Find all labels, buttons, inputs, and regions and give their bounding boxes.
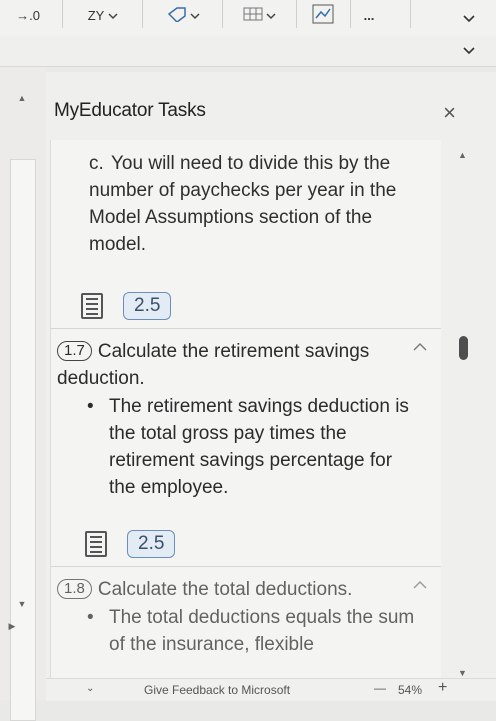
- book-icon[interactable]: [81, 293, 103, 319]
- zoom-level: 54%: [398, 683, 423, 697]
- scrollbar-thumb[interactable]: [459, 336, 468, 360]
- pane-title: MyEducator Tasks: [54, 100, 206, 121]
- chevron-down-icon: [463, 42, 475, 60]
- formula-expand-button[interactable]: [460, 42, 478, 60]
- formula-bar: [0, 36, 496, 67]
- chevron-down-icon: [463, 10, 475, 28]
- scroll-up-arrow-icon[interactable]: ▲: [458, 150, 467, 160]
- ribbon-separator: [350, 0, 351, 28]
- list-item: • The retirement savings deduction is th…: [57, 393, 417, 501]
- find-select-button[interactable]: [158, 0, 208, 30]
- collapse-icon[interactable]: [413, 576, 427, 593]
- chevron-down-icon[interactable]: ⌄: [86, 683, 94, 694]
- ribbon-separator: [296, 0, 297, 28]
- ribbon-separator: [142, 0, 143, 28]
- grid-icon: [243, 7, 263, 24]
- list-item: • The total deductions equals the sum of…: [57, 604, 417, 658]
- book-icon[interactable]: [85, 531, 107, 557]
- ribbon-separator: [410, 0, 411, 28]
- add-ins-button[interactable]: [234, 0, 284, 30]
- scroll-up-arrow-icon[interactable]: ▲: [10, 91, 34, 105]
- task-title: Calculate the total deductions.: [97, 579, 353, 600]
- tag-icon: [167, 6, 187, 25]
- collapse-icon[interactable]: [413, 338, 427, 355]
- reference-badge[interactable]: 2.5: [127, 530, 176, 558]
- reference-row: 2.5: [81, 292, 172, 320]
- ribbon-separator: [62, 0, 63, 28]
- sheet-scrollbar[interactable]: [10, 159, 36, 721]
- analyze-icon: [312, 4, 334, 27]
- ribbon-separator: [222, 0, 223, 28]
- task-number: 1.7: [57, 341, 92, 361]
- close-icon[interactable]: ×: [443, 100, 456, 126]
- reference-row: 2.5: [85, 530, 176, 558]
- decrease-decimal-button[interactable]: →.0: [6, 0, 50, 30]
- task-content: c. You will need to divide this by the nu…: [50, 140, 441, 700]
- task-title: Calculate the retirement savings deducti…: [57, 341, 370, 389]
- sheet-area: ▲ ▼ ▶: [0, 67, 46, 721]
- divider: [51, 328, 441, 329]
- task-pane: MyEducator Tasks × c. You will need to di…: [46, 72, 496, 700]
- status-bar: ⌄ Give Feedback to Microsoft — 54% +: [46, 678, 496, 701]
- reference-badge[interactable]: 2.5: [123, 292, 172, 320]
- scroll-down-arrow-icon[interactable]: ▼: [458, 668, 467, 678]
- more-options-button[interactable]: ...: [354, 0, 384, 30]
- analyze-data-button[interactable]: [306, 0, 340, 30]
- scroll-right-arrow-icon[interactable]: ▶: [0, 619, 24, 633]
- bullet-icon: •: [87, 396, 94, 417]
- chevron-down-icon: [265, 8, 276, 23]
- zoom-in-button[interactable]: +: [438, 679, 447, 697]
- sort-filter-button[interactable]: ZY: [76, 0, 130, 30]
- pane-scrollbar[interactable]: ▲ ▼: [454, 140, 474, 700]
- chevron-down-icon: [108, 8, 118, 23]
- ribbon: →.0 ZY ...: [0, 0, 496, 37]
- bullet-icon: •: [87, 607, 94, 628]
- scroll-down-arrow-icon[interactable]: ▼: [10, 597, 34, 611]
- task-number: 1.8: [57, 579, 92, 599]
- feedback-link[interactable]: Give Feedback to Microsoft: [144, 683, 290, 697]
- zoom-out-button[interactable]: —: [374, 681, 386, 695]
- sub-step-c: c. You will need to divide this by the nu…: [89, 153, 397, 255]
- task-1-7: 1.7 Calculate the retirement savings dedu…: [57, 338, 427, 501]
- ribbon-expand-button[interactable]: [460, 10, 478, 28]
- task-1-8: 1.8 Calculate the total deductions. • The…: [57, 576, 427, 658]
- chevron-down-icon: [189, 8, 200, 23]
- divider: [51, 566, 441, 567]
